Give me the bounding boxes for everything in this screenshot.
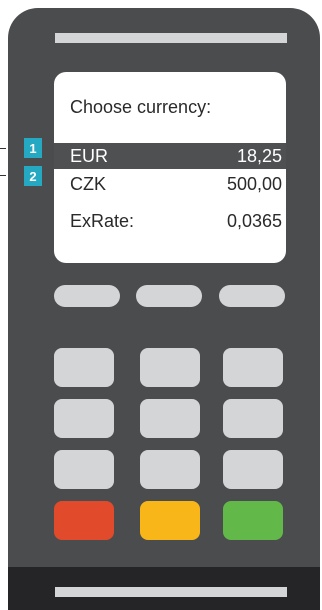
keypad-key[interactable] — [140, 348, 200, 387]
bottom-card-slot — [55, 587, 287, 597]
currency-option-czk[interactable]: CZK 500,00 — [54, 171, 286, 197]
exrate-label: ExRate: — [70, 210, 135, 231]
option-number-badge-1: 1 — [24, 138, 42, 158]
keypad-key[interactable] — [223, 399, 283, 438]
exchange-rate-row: ExRate: 0,0365 — [54, 208, 286, 234]
currency-amount: 18,25 — [236, 145, 282, 166]
pointer-line-1 — [0, 148, 6, 149]
keypad-key[interactable] — [54, 450, 114, 489]
payment-terminal: Choose currency: EUR 18,25 CZK 500,00 Ex… — [8, 8, 320, 610]
soft-key-right[interactable] — [219, 285, 285, 307]
keypad-key[interactable] — [54, 348, 114, 387]
option-number-badge-2: 2 — [24, 166, 42, 186]
cancel-key[interactable] — [54, 501, 114, 540]
currency-label: CZK — [70, 173, 106, 194]
keypad-key[interactable] — [223, 450, 283, 489]
keypad-key[interactable] — [54, 399, 114, 438]
clear-key[interactable] — [140, 501, 200, 540]
keypad-key[interactable] — [223, 348, 283, 387]
currency-option-eur[interactable]: EUR 18,25 — [54, 143, 286, 169]
ok-key[interactable] — [223, 501, 283, 540]
top-card-slot — [55, 33, 287, 43]
pointer-line-2 — [0, 175, 6, 176]
currency-label: EUR — [70, 145, 109, 166]
screen-title: Choose currency: — [70, 97, 212, 117]
keypad-key[interactable] — [140, 450, 200, 489]
soft-key-left[interactable] — [54, 285, 120, 307]
exrate-value: 0,0365 — [226, 210, 282, 231]
soft-key-middle[interactable] — [136, 285, 202, 307]
keypad-key[interactable] — [140, 399, 200, 438]
currency-amount: 500,00 — [226, 173, 282, 194]
terminal-screen: Choose currency: EUR 18,25 CZK 500,00 Ex… — [54, 72, 286, 263]
